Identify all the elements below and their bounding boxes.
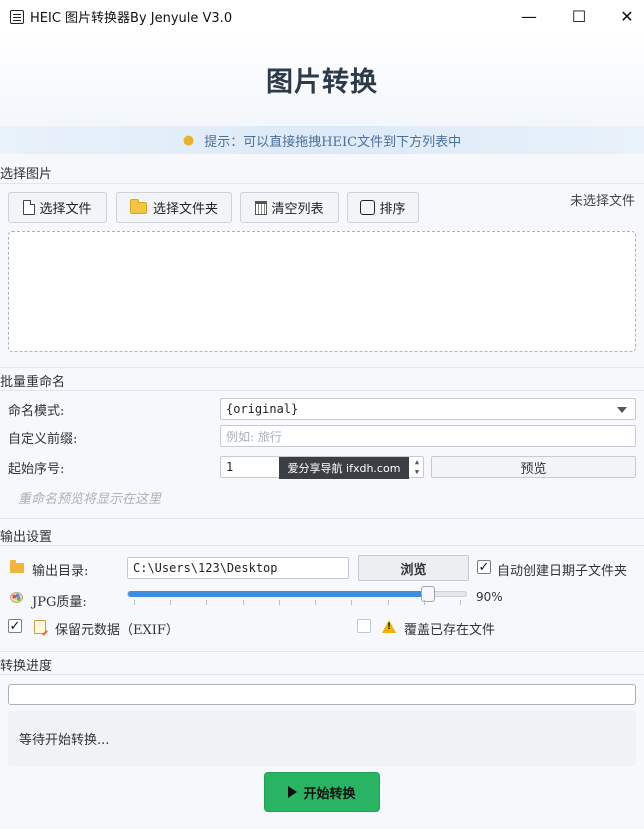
browse-button[interactable]: 浏览 [358, 555, 469, 581]
slider-tick [351, 600, 352, 605]
auto-date-label: 自动创建日期子文件夹 [497, 564, 628, 579]
tip-bar: ● 提示：可以直接拖拽HEIC文件到下方列表中 [0, 126, 644, 154]
prefix-label: 自定义前缀: [8, 432, 78, 447]
title-bar: HEIC 图片转换器By Jenyule V3.0 — ☐ ✕ [0, 0, 644, 33]
slider-tick [243, 600, 244, 605]
status-text: 等待开始转换... [19, 733, 110, 748]
slider-tick [170, 600, 171, 605]
output-title: 输出设置 [0, 530, 53, 545]
clear-list-button[interactable]: 清空列表 [240, 192, 339, 223]
folder-icon [129, 198, 147, 214]
slider-tick [460, 600, 461, 605]
preview-button[interactable]: 预览 [431, 456, 636, 478]
output-dir-value: C:\Users\123\Desktop [133, 561, 278, 575]
naming-mode-label: 命名模式: [8, 404, 65, 419]
start-number-label: 起始序号: [8, 462, 65, 477]
rename-preview-hint: 重命名预览将显示在这里 [18, 492, 162, 507]
close-button[interactable]: ✕ [604, 0, 644, 33]
window-title: HEIC 图片转换器By Jenyule V3.0 [30, 11, 233, 26]
spin-up-icon[interactable]: ▲ [411, 457, 423, 467]
slider-tick [134, 600, 135, 605]
prefix-placeholder: 例如: 旅行 [226, 429, 282, 444]
progress-bar [8, 684, 636, 705]
start-convert-button[interactable]: 开始转换 [264, 772, 380, 812]
select-files-button[interactable]: 选择文件 [8, 192, 107, 223]
auto-date-checkbox[interactable]: ✓ [477, 560, 491, 574]
output-dir-input[interactable]: C:\Users\123\Desktop [127, 557, 349, 579]
divider [0, 651, 644, 652]
progress-title: 转换进度 [0, 659, 53, 674]
exif-checkbox[interactable]: ✓ [8, 619, 22, 633]
warning-icon [382, 620, 396, 633]
clear-list-label: 清空列表 [271, 202, 324, 217]
trash-icon [255, 200, 268, 215]
divider [0, 183, 644, 184]
status-box: 等待开始转换... [8, 711, 636, 766]
sort-label: 排序 [379, 202, 406, 217]
app-window: HEIC 图片转换器By Jenyule V3.0 — ☐ ✕ 图片转换 ● 提… [0, 0, 644, 829]
prefix-input[interactable]: 例如: 旅行 [220, 425, 636, 447]
lightbulb-icon: ● [182, 132, 195, 148]
divider [0, 367, 644, 368]
slider-tick [315, 600, 316, 605]
overwrite-checkbox[interactable] [357, 619, 371, 633]
overwrite-label: 覆盖已存在文件 [404, 623, 496, 638]
slider-ticks [127, 600, 467, 606]
slider-tick [424, 600, 425, 605]
jpg-quality-slider[interactable] [127, 586, 467, 602]
slider-fill [128, 591, 428, 597]
exif-label: 保留元数据（EXIF） [55, 623, 179, 638]
sort-button[interactable]: 排序 [347, 192, 419, 223]
select-files-label: 选择文件 [39, 202, 92, 217]
check-icon: ✓ [478, 559, 490, 575]
file-status: 未选择文件 [570, 194, 636, 209]
divider [0, 518, 644, 519]
tip-text: 提示：可以直接拖拽HEIC文件到下方列表中 [204, 134, 462, 150]
select-images-title: 选择图片 [0, 167, 53, 182]
play-icon [288, 786, 298, 798]
naming-mode-value: {original} [226, 402, 299, 416]
output-dir-label: 输出目录: [32, 564, 89, 579]
divider [0, 545, 644, 546]
file-icon [23, 200, 36, 215]
naming-mode-select[interactable]: {original} [220, 398, 636, 420]
rename-title: 批量重命名 [0, 375, 66, 390]
palette-icon [10, 592, 23, 603]
watermark-overlay: 爱分享导航 ifxdh.com [279, 457, 409, 479]
page-title: 图片转换 [266, 66, 378, 98]
slider-tick [388, 600, 389, 605]
start-number-value: 1 [226, 460, 234, 474]
app-icon [10, 9, 24, 24]
check-icon: ✓ [9, 618, 21, 634]
jpg-quality-value: 90% [476, 590, 503, 604]
folder-icon [10, 560, 24, 573]
file-drop-list[interactable] [8, 231, 636, 352]
minimize-button[interactable]: — [506, 0, 552, 33]
maximize-button[interactable]: ☐ [556, 0, 602, 33]
divider [0, 674, 644, 675]
grid-icon [360, 200, 376, 215]
slider-tick [279, 600, 280, 605]
select-folder-button[interactable]: 选择文件夹 [116, 192, 232, 223]
chevron-down-icon [617, 407, 627, 413]
jpg-quality-label: JPG质量: [32, 595, 87, 610]
select-folder-label: 选择文件夹 [152, 202, 218, 217]
divider [0, 390, 644, 391]
slider-tick [206, 600, 207, 605]
header: 图片转换 [0, 33, 644, 125]
memo-icon [34, 620, 46, 634]
spin-down-icon[interactable]: ▼ [411, 467, 423, 477]
start-convert-label: 开始转换 [303, 786, 356, 802]
